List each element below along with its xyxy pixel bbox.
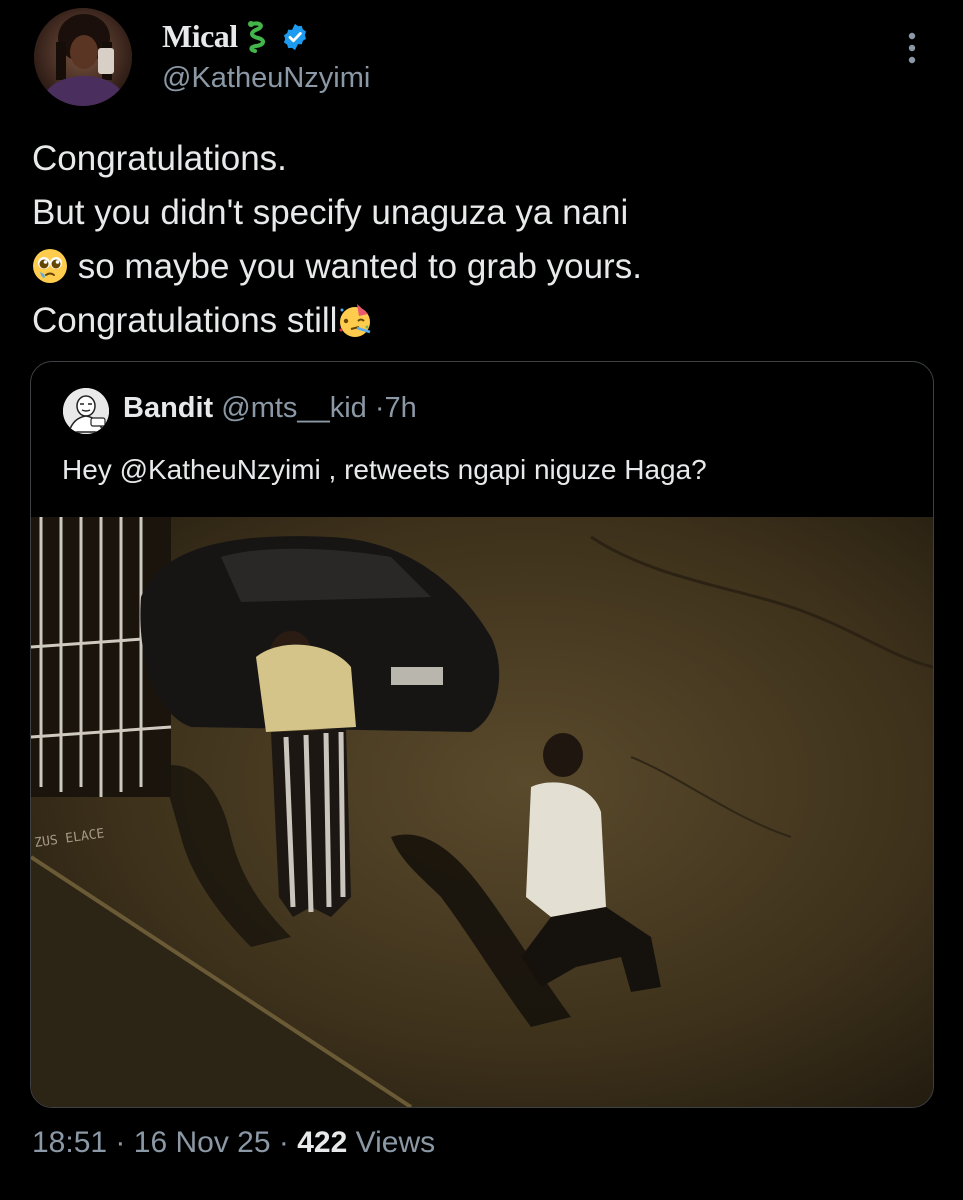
- author-handle[interactable]: @KatheuNzyimi: [162, 62, 370, 95]
- quoted-header: Bandit @mts__kid ·7h: [123, 392, 417, 425]
- meta-separator: ·: [115, 1126, 126, 1159]
- tweet-line: But you didn't specify unaguza ya nani: [32, 193, 629, 232]
- views-label[interactable]: Views: [356, 1126, 435, 1159]
- author-avatar[interactable]: [34, 8, 132, 106]
- quoted-media-photo[interactable]: ZUS ELACE: [31, 517, 933, 1107]
- tweet-detail: Mical @KatheuNzyimi Congratulations. But…: [0, 0, 963, 1200]
- pleading-face-icon: [32, 246, 68, 283]
- meta-separator: ·: [278, 1126, 289, 1159]
- tweet-date[interactable]: 16 Nov 25: [134, 1126, 271, 1159]
- views-count[interactable]: 422: [297, 1126, 347, 1159]
- quoted-timestamp[interactable]: 7h: [385, 392, 417, 424]
- tweet-line: so maybe you wanted to grab yours.: [77, 247, 642, 286]
- tweet-line-with-emoji: so maybe you wanted to grab yours.: [32, 240, 932, 294]
- tweet-line: Congratulations still: [32, 301, 338, 340]
- tweet-text: Congratulations. But you didn't specify …: [32, 132, 932, 348]
- snake-icon: [246, 20, 268, 54]
- author-name-row[interactable]: Mical: [162, 18, 310, 55]
- quoted-author-handle[interactable]: @mts__kid: [221, 392, 366, 424]
- tweet-line-with-emoji: Congratulations still: [32, 294, 932, 348]
- tweet-meta: 18:51 · 16 Nov 25 · 422 Views: [32, 1126, 435, 1160]
- partying-face-icon: [337, 300, 373, 337]
- more-options-icon[interactable]: [902, 30, 922, 66]
- quoted-author-avatar[interactable]: [63, 388, 109, 434]
- quoted-separator: ·: [374, 392, 385, 424]
- tweet-line: Congratulations.: [32, 139, 287, 178]
- quoted-tweet[interactable]: Bandit @mts__kid ·7h Hey @KatheuNzyimi ,…: [30, 361, 934, 1108]
- quoted-author-name[interactable]: Bandit: [123, 392, 213, 424]
- tweet-time[interactable]: 18:51: [32, 1126, 107, 1159]
- author-display-name[interactable]: Mical: [162, 18, 238, 55]
- verified-badge-icon[interactable]: [280, 22, 310, 52]
- photo-night-street-icon: ZUS ELACE: [31, 517, 933, 1107]
- quoted-text: Hey @KatheuNzyimi , retweets ngapi niguz…: [62, 454, 707, 485]
